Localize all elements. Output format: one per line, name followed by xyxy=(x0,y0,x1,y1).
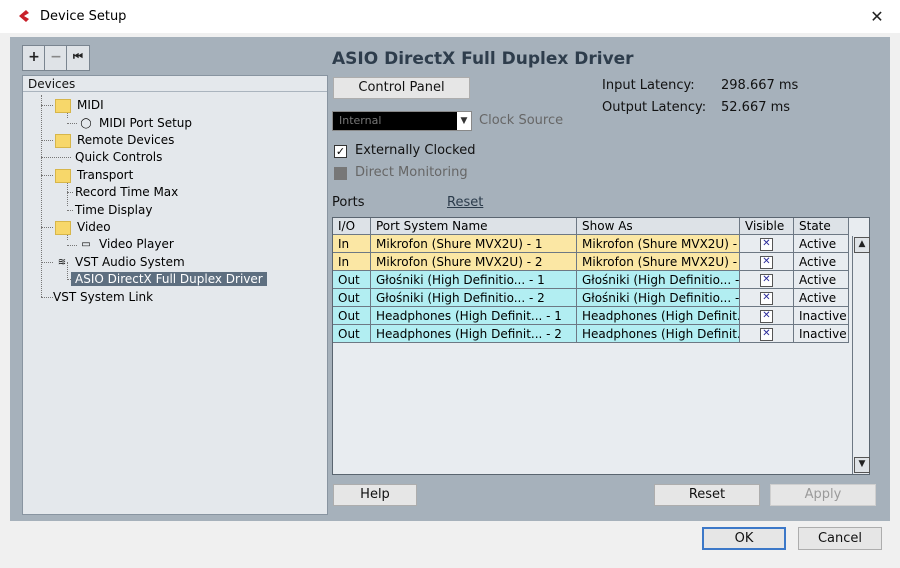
tree-item-remote-devices[interactable]: Remote Devices xyxy=(55,132,174,149)
folder-icon xyxy=(55,98,71,113)
apply-button[interactable]: Apply xyxy=(770,484,876,506)
vst-audio-icon: ≋ xyxy=(57,256,67,268)
direct-monitoring-label: Direct Monitoring xyxy=(355,165,468,180)
ports-table: I/O Port System Name Show As Visible Sta… xyxy=(332,217,870,475)
tree-item-video-player[interactable]: ▭ Video Player xyxy=(79,236,174,253)
tree-item-video[interactable]: Video xyxy=(55,219,111,236)
reset-device-button[interactable]: ⏮ xyxy=(66,45,90,71)
tree-item-vst-system-link[interactable]: VST System Link xyxy=(53,289,153,306)
externally-clocked-checkbox[interactable]: ✓ xyxy=(334,145,347,158)
control-panel-button[interactable]: Control Panel xyxy=(333,77,470,99)
folder-icon xyxy=(55,168,71,183)
column-header-visible[interactable]: Visible xyxy=(740,218,794,235)
title-bar: Device Setup ✕ xyxy=(0,0,900,33)
device-toolbar: + − ⏮ xyxy=(22,45,106,71)
ports-scrollbar[interactable]: ▲ ▼ xyxy=(852,236,870,474)
input-latency-value: 298.667 ms xyxy=(721,78,799,93)
tree-item-time-display[interactable]: Time Display xyxy=(75,202,152,219)
window-title: Device Setup xyxy=(40,9,127,24)
remove-device-button[interactable]: − xyxy=(44,45,68,71)
scroll-down-button[interactable]: ▼ xyxy=(854,457,870,473)
visible-checkbox[interactable]: ✕ xyxy=(760,310,773,323)
column-header-port-system-name[interactable]: Port System Name xyxy=(371,218,577,235)
device-setup-window: Device Setup ✕ + − ⏮ Devices MIDI ◯ MIDI… xyxy=(0,0,900,568)
tree-item-quick-controls[interactable]: Quick Controls xyxy=(75,149,162,166)
visible-checkbox[interactable]: ✕ xyxy=(760,328,773,341)
output-latency-label: Output Latency: xyxy=(602,100,707,115)
input-latency-label: Input Latency: xyxy=(602,78,695,93)
reset-ports-link[interactable]: Reset xyxy=(447,195,483,210)
tree-item-record-time-max[interactable]: Record Time Max xyxy=(75,184,178,201)
folder-icon xyxy=(55,220,71,235)
ports-label: Ports xyxy=(332,195,365,210)
column-header-io[interactable]: I/O xyxy=(333,218,371,235)
ok-button[interactable]: OK xyxy=(702,527,786,550)
visible-checkbox[interactable]: ✕ xyxy=(760,256,773,269)
visible-checkbox[interactable]: ✕ xyxy=(760,274,773,287)
help-button[interactable]: Help xyxy=(333,484,417,506)
midi-port-icon: ◯ xyxy=(80,117,92,129)
devices-tree-panel: Devices MIDI ◯ MIDI Port Setup Remote De… xyxy=(22,75,328,515)
visible-checkbox[interactable]: ✕ xyxy=(760,292,773,305)
tree-item-midi-port-setup[interactable]: ◯ MIDI Port Setup xyxy=(79,115,192,132)
chevron-down-icon: ▼ xyxy=(457,112,471,130)
tree-item-vst-audio-system[interactable]: ≋ VST Audio System xyxy=(55,254,185,271)
close-window-button[interactable]: ✕ xyxy=(854,0,900,33)
cancel-button[interactable]: Cancel xyxy=(798,527,882,550)
tree-item-transport[interactable]: Transport xyxy=(55,167,133,184)
tree-item-midi[interactable]: MIDI xyxy=(55,97,104,114)
folder-icon xyxy=(55,133,71,148)
cubase-app-icon xyxy=(19,10,29,22)
scroll-up-button[interactable]: ▲ xyxy=(854,237,870,253)
visible-checkbox[interactable]: ✕ xyxy=(760,238,773,251)
externally-clocked-label: Externally Clocked xyxy=(355,143,476,158)
video-player-icon: ▭ xyxy=(81,238,91,250)
dialog-body: + − ⏮ Devices MIDI ◯ MIDI Port Setup Rem… xyxy=(10,37,890,521)
clock-source-select[interactable]: Internal ▼ xyxy=(332,111,472,131)
reset-button[interactable]: Reset xyxy=(654,484,760,506)
devices-header: Devices xyxy=(23,76,327,92)
column-header-show-as[interactable]: Show As xyxy=(577,218,740,235)
output-latency-value: 52.667 ms xyxy=(721,100,791,115)
add-device-button[interactable]: + xyxy=(22,45,46,71)
driver-title: ASIO DirectX Full Duplex Driver xyxy=(332,49,634,69)
clock-source-label: Clock Source xyxy=(479,113,564,128)
direct-monitoring-checkbox[interactable] xyxy=(334,167,347,180)
column-header-state[interactable]: State xyxy=(794,218,849,235)
tree-item-asio-directx-driver[interactable]: ASIO DirectX Full Duplex Driver xyxy=(71,271,267,288)
